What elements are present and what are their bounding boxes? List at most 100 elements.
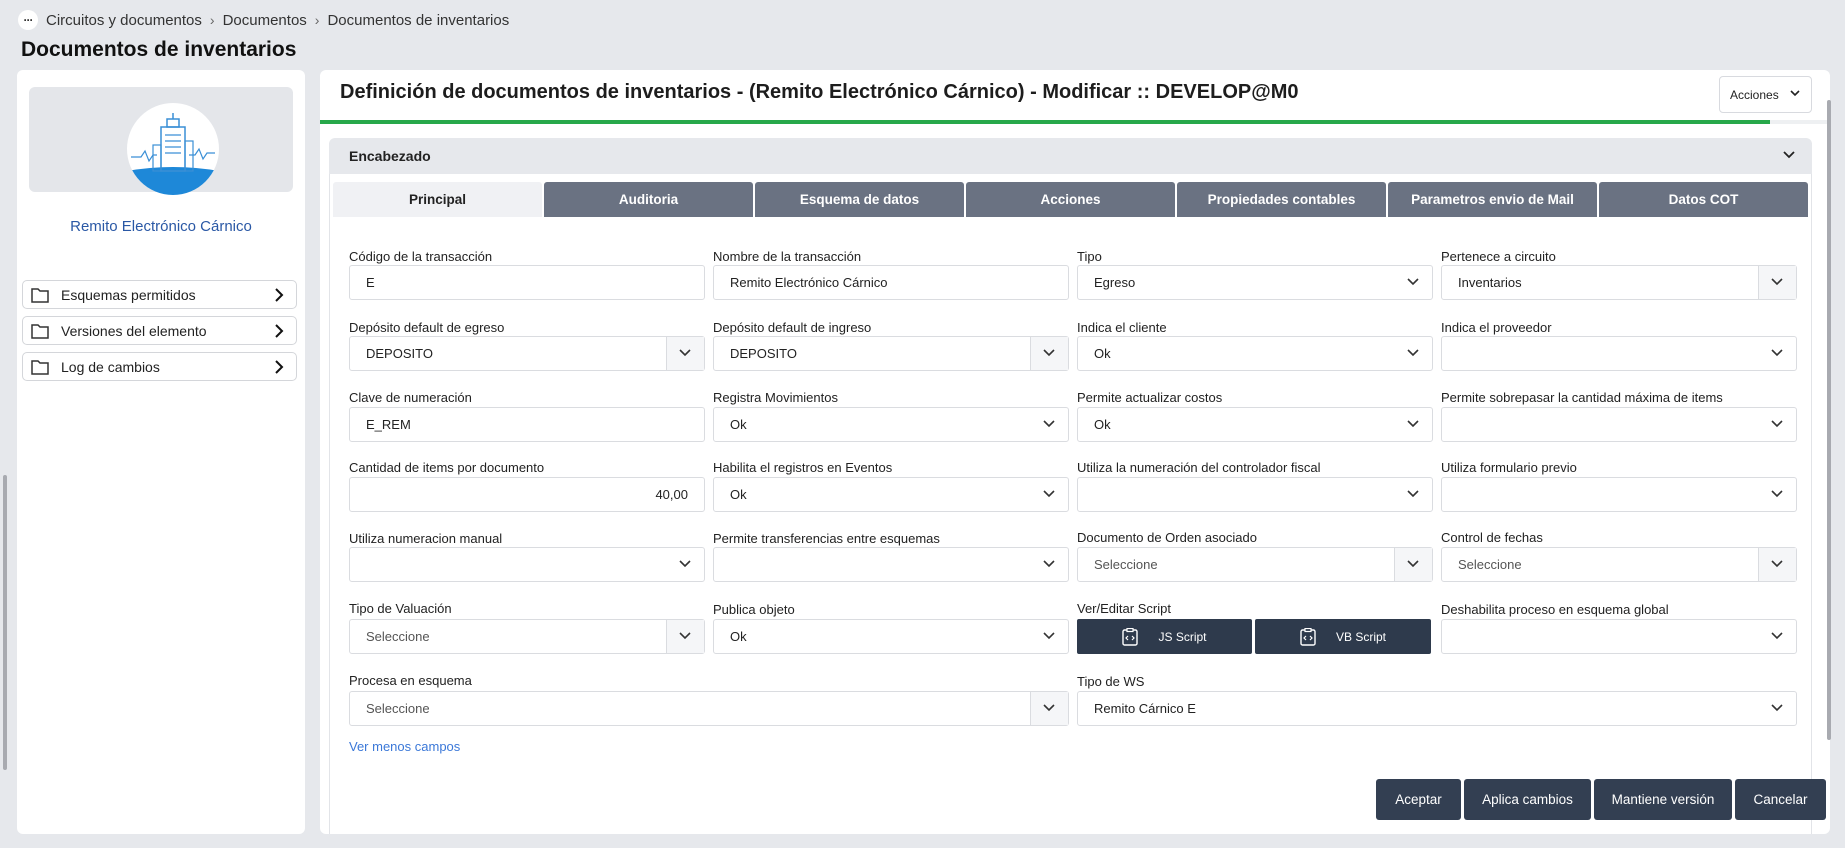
- sidebar-item-esquemas-permitidos[interactable]: Esquemas permitidos: [22, 280, 297, 309]
- tab-parametros-envio-mail[interactable]: Parametros envio de Mail: [1388, 182, 1597, 217]
- field-value: Ok: [730, 417, 747, 432]
- chevron-down-icon: [1771, 704, 1783, 712]
- deshabilita-proceso-select[interactable]: [1441, 619, 1797, 654]
- documento-orden-select[interactable]: Seleccione: [1077, 547, 1433, 582]
- sidebar-item-log-de-cambios[interactable]: Log de cambios: [22, 352, 297, 381]
- tipo-select[interactable]: Egreso: [1077, 265, 1433, 300]
- indica-cliente-label: Indica el cliente: [1077, 320, 1167, 335]
- breadcrumb-item[interactable]: Circuitos y documentos: [46, 12, 202, 29]
- form-title: Definición de documentos de inventarios …: [340, 81, 1299, 103]
- controlador-fiscal-select[interactable]: [1077, 477, 1433, 512]
- field-value: Egreso: [1094, 275, 1136, 290]
- tab-propiedades-contables[interactable]: Propiedades contables: [1177, 182, 1386, 217]
- sidebar-item-label: Log de cambios: [61, 358, 160, 375]
- chevron-down-icon: [1771, 560, 1783, 568]
- tab-datos-cot[interactable]: Datos COT: [1599, 182, 1808, 217]
- chevron-down-icon: [1043, 420, 1055, 428]
- tab-auditoria[interactable]: Auditoria: [544, 182, 753, 217]
- dropdown-toggle[interactable]: [666, 620, 704, 653]
- chevron-down-icon: [679, 632, 691, 640]
- ver-editar-script-label: Ver/Editar Script: [1077, 601, 1171, 616]
- numeracion-manual-select[interactable]: [349, 547, 705, 582]
- vb-script-button[interactable]: VB Script: [1255, 619, 1431, 654]
- breadcrumb-item[interactable]: Documentos: [223, 12, 307, 29]
- formulario-previo-select[interactable]: [1441, 477, 1797, 512]
- dropdown-toggle[interactable]: [1394, 548, 1432, 581]
- clave-numeracion-input[interactable]: E_REM: [349, 407, 705, 442]
- chevron-down-icon: [1407, 490, 1419, 498]
- code-file-icon: [1122, 627, 1139, 646]
- chevron-down-icon[interactable]: [1783, 151, 1795, 159]
- tab-esquema-de-datos[interactable]: Esquema de datos: [755, 182, 964, 217]
- chevron-down-icon: [1043, 632, 1055, 640]
- pertenece-circuito-select[interactable]: Inventarios: [1441, 265, 1797, 300]
- indica-proveedor-select[interactable]: [1441, 336, 1797, 371]
- deposito-ingreso-select[interactable]: DEPOSITO: [713, 336, 1069, 371]
- dropdown-toggle[interactable]: [1758, 266, 1796, 299]
- dropdown-toggle[interactable]: [1758, 548, 1796, 581]
- tipo-valuacion-select[interactable]: Seleccione: [349, 619, 705, 654]
- acciones-button[interactable]: Acciones: [1719, 76, 1812, 113]
- sobrepasar-cantidad-select[interactable]: [1441, 407, 1797, 442]
- indica-cliente-select[interactable]: Ok: [1077, 336, 1433, 371]
- field-value: Inventarios: [1458, 275, 1522, 290]
- chevron-down-icon: [1771, 420, 1783, 428]
- chevron-down-icon: [1407, 560, 1419, 568]
- habilita-eventos-label: Habilita el registros en Eventos: [713, 460, 893, 475]
- ellipsis-icon[interactable]: ···: [18, 10, 38, 30]
- cancelar-button[interactable]: Cancelar: [1735, 779, 1826, 820]
- field-value: E: [366, 275, 375, 290]
- folder-icon: [31, 287, 49, 303]
- nombre-transaccion-input[interactable]: Remito Electrónico Cárnico: [713, 265, 1069, 300]
- actualizar-costos-select[interactable]: Ok: [1077, 407, 1433, 442]
- mantiene-version-button[interactable]: Mantiene versión: [1594, 779, 1732, 820]
- tab-principal[interactable]: Principal: [333, 182, 542, 217]
- field-value: E_REM: [366, 417, 411, 432]
- dropdown-toggle[interactable]: [1030, 692, 1068, 725]
- js-script-button[interactable]: JS Script: [1077, 619, 1252, 654]
- left-scrollbar[interactable]: [3, 475, 7, 770]
- chevron-down-icon: [1407, 278, 1419, 286]
- deposito-egreso-select[interactable]: DEPOSITO: [349, 336, 705, 371]
- field-value: Ok: [730, 629, 747, 644]
- transferencias-select[interactable]: [713, 547, 1069, 582]
- deposito-egreso-label: Depósito default de egreso: [349, 320, 505, 335]
- page-title: Documentos de inventarios: [21, 38, 297, 61]
- chevron-down-icon: [1790, 90, 1800, 97]
- dropdown-toggle[interactable]: [1030, 337, 1068, 370]
- left-panel: Remito Electrónico Cárnico Esquemas perm…: [17, 70, 305, 834]
- building-icon: [127, 103, 219, 195]
- main-scrollbar[interactable]: [1827, 100, 1831, 740]
- chevron-down-icon: [1407, 349, 1419, 357]
- procesa-esquema-select[interactable]: Seleccione: [349, 691, 1069, 726]
- cantidad-items-label: Cantidad de items por documento: [349, 460, 545, 475]
- tipo-valuacion-label: Tipo de Valuación: [349, 601, 452, 616]
- cantidad-items-input[interactable]: 40,00: [349, 477, 705, 512]
- nombre-transaccion-label: Nombre de la transacción: [713, 249, 862, 264]
- chevron-down-icon: [1771, 349, 1783, 357]
- codigo-transaccion-input[interactable]: E: [349, 265, 705, 300]
- progress-bar: [320, 120, 1830, 124]
- numeracion-manual-label: Utiliza numeracion manual: [349, 531, 503, 546]
- ver-menos-campos-link[interactable]: Ver menos campos: [349, 739, 460, 754]
- field-value: Ok: [730, 487, 747, 502]
- section-header-encabezado[interactable]: Encabezado: [329, 138, 1812, 174]
- breadcrumb-item: Documentos de inventarios: [327, 11, 510, 29]
- chevron-right-icon: ›: [209, 12, 215, 28]
- sidebar-item-versiones-del-elemento[interactable]: Versiones del elemento: [22, 316, 297, 345]
- field-value: Ok: [1094, 417, 1111, 432]
- chevron-down-icon: [679, 349, 691, 357]
- dropdown-toggle[interactable]: [666, 337, 704, 370]
- habilita-eventos-select[interactable]: Ok: [713, 477, 1069, 512]
- registra-movimientos-select[interactable]: Ok: [713, 407, 1069, 442]
- publica-objeto-select[interactable]: Ok: [713, 619, 1069, 654]
- aplica-cambios-button[interactable]: Aplica cambios: [1464, 779, 1591, 820]
- control-fechas-select[interactable]: Seleccione: [1441, 547, 1797, 582]
- tipo-ws-select[interactable]: Remito Cárnico E: [1077, 691, 1797, 726]
- tab-acciones[interactable]: Acciones: [966, 182, 1175, 217]
- field-value: 40,00: [655, 487, 688, 502]
- controlador-fiscal-label: Utiliza la numeración del controlador fi…: [1077, 460, 1321, 475]
- js-script-label: JS Script: [1158, 629, 1207, 644]
- element-logo-card: [29, 87, 293, 195]
- aceptar-button[interactable]: Aceptar: [1376, 779, 1461, 820]
